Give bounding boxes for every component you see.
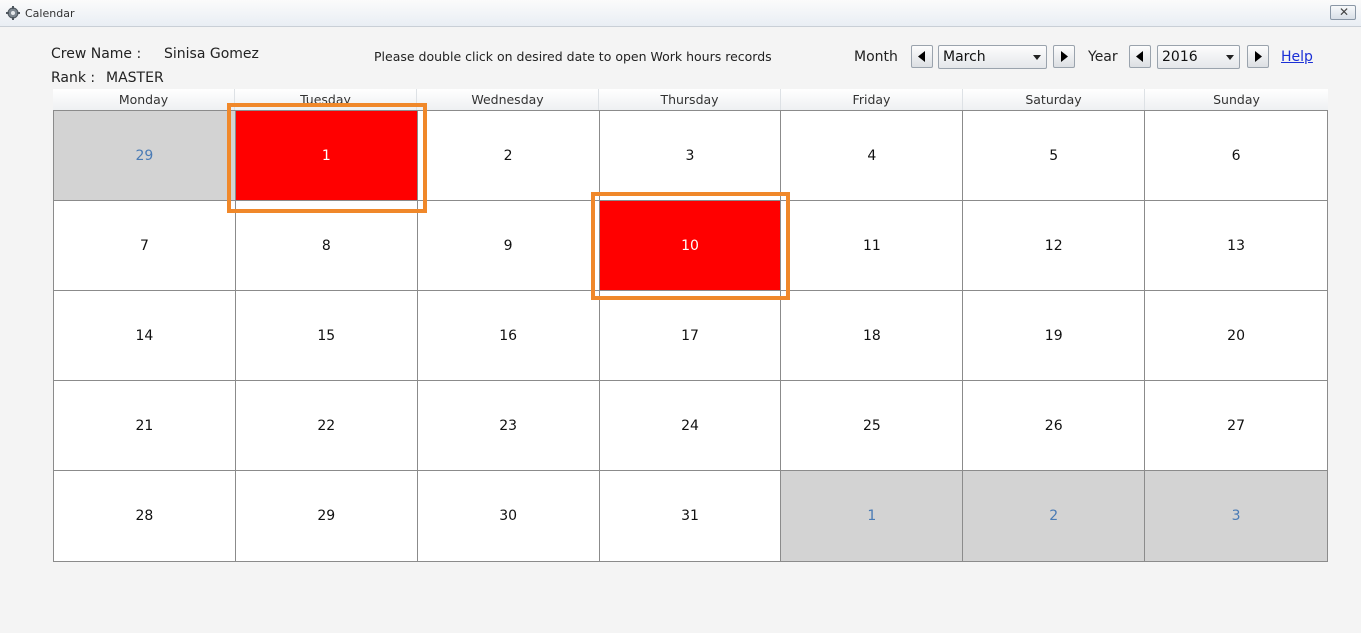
rank-value: MASTER <box>106 70 164 86</box>
calendar-day-cell[interactable]: 2 <box>963 471 1146 561</box>
year-label: Year <box>1088 49 1118 65</box>
calendar-day-cell[interactable]: 18 <box>781 291 964 381</box>
month-select[interactable]: March <box>938 45 1047 69</box>
calendar-day-cell[interactable]: 17 <box>599 291 782 381</box>
title-bar: Calendar ✕ <box>0 0 1361 27</box>
previous-year-button[interactable] <box>1129 45 1151 68</box>
instruction-text: Please double click on desired date to o… <box>374 49 772 64</box>
weekday-header-saturday: Saturday <box>963 89 1145 110</box>
weekday-header-sunday: Sunday <box>1145 89 1328 110</box>
calendar-day-cell[interactable]: 6 <box>1145 111 1327 201</box>
calendar-day-cell[interactable]: 10 <box>599 201 782 291</box>
chevron-down-icon <box>1226 55 1234 60</box>
triangle-right-icon <box>1061 51 1068 62</box>
gear-icon <box>6 6 20 20</box>
window-title: Calendar <box>25 7 75 20</box>
crew-name-label: Crew Name : <box>51 46 142 62</box>
calendar-day-cell[interactable]: 15 <box>235 291 418 381</box>
calendar-grid: 29 1 2 3 4 5 6 7 8 9 10 11 12 13 14 15 16 17 18 19 20 21 22 23 2… <box>53 110 1328 562</box>
help-link[interactable]: Help <box>1281 49 1313 65</box>
calendar-day-cell[interactable]: 27 <box>1145 381 1327 471</box>
calendar-day-cell[interactable]: 31 <box>600 471 782 561</box>
calendar-day-cell[interactable]: 12 <box>963 201 1146 291</box>
year-select[interactable]: 2016 <box>1157 45 1240 69</box>
triangle-left-icon <box>1136 51 1143 62</box>
calendar-day-cell[interactable]: 4 <box>781 111 964 201</box>
weekday-header-friday: Friday <box>781 89 963 110</box>
calendar-day-cell[interactable]: 29 <box>54 111 236 201</box>
triangle-left-icon <box>918 51 925 62</box>
calendar-day-cell[interactable]: 21 <box>54 381 236 471</box>
calendar-day-cell[interactable]: 29 <box>236 471 418 561</box>
calendar-day-cell[interactable]: 13 <box>1145 201 1327 291</box>
calendar-day-cell[interactable]: 28 <box>54 471 236 561</box>
calendar-day-cell[interactable]: 16 <box>417 291 600 381</box>
calendar-day-cell[interactable]: 9 <box>417 201 600 291</box>
calendar-day-cell[interactable]: 19 <box>963 291 1146 381</box>
calendar-day-cell[interactable]: 8 <box>235 201 418 291</box>
calendar-day-cell[interactable]: 11 <box>781 201 964 291</box>
year-value: 2016 <box>1162 49 1198 65</box>
calendar-day-cell[interactable]: 26 <box>963 381 1146 471</box>
close-icon: ✕ <box>1339 5 1350 19</box>
month-label: Month <box>854 49 898 65</box>
next-year-button[interactable] <box>1247 45 1269 68</box>
calendar-day-cell[interactable]: 3 <box>599 111 782 201</box>
weekday-header-thursday: Thursday <box>599 89 781 110</box>
month-value: March <box>943 49 986 65</box>
previous-month-button[interactable] <box>911 45 933 68</box>
close-button[interactable]: ✕ <box>1330 5 1356 20</box>
calendar-day-cell[interactable]: 1 <box>235 111 418 201</box>
calendar-day-cell[interactable]: 5 <box>963 111 1146 201</box>
weekday-header-wednesday: Wednesday <box>417 89 599 110</box>
rank-label: Rank : <box>51 70 96 86</box>
chevron-down-icon <box>1033 55 1041 60</box>
calendar-day-cell[interactable]: 30 <box>418 471 600 561</box>
next-month-button[interactable] <box>1053 45 1075 68</box>
calendar-day-cell[interactable]: 1 <box>781 471 964 561</box>
weekday-header-monday: Monday <box>53 89 235 110</box>
weekday-header-tuesday: Tuesday <box>235 89 417 110</box>
calendar: Monday Tuesday Wednesday Thursday Friday… <box>53 89 1328 562</box>
calendar-day-cell[interactable]: 23 <box>417 381 600 471</box>
calendar-day-cell[interactable]: 14 <box>54 291 236 381</box>
calendar-day-cell[interactable]: 20 <box>1145 291 1327 381</box>
crew-name-value: Sinisa Gomez <box>164 46 259 62</box>
triangle-right-icon <box>1255 51 1262 62</box>
calendar-day-cell[interactable]: 24 <box>599 381 782 471</box>
calendar-day-cell[interactable]: 2 <box>417 111 600 201</box>
calendar-day-cell[interactable]: 22 <box>235 381 418 471</box>
calendar-day-cell[interactable]: 7 <box>54 201 236 291</box>
calendar-day-cell[interactable]: 3 <box>1145 471 1327 561</box>
calendar-day-cell[interactable]: 25 <box>781 381 964 471</box>
